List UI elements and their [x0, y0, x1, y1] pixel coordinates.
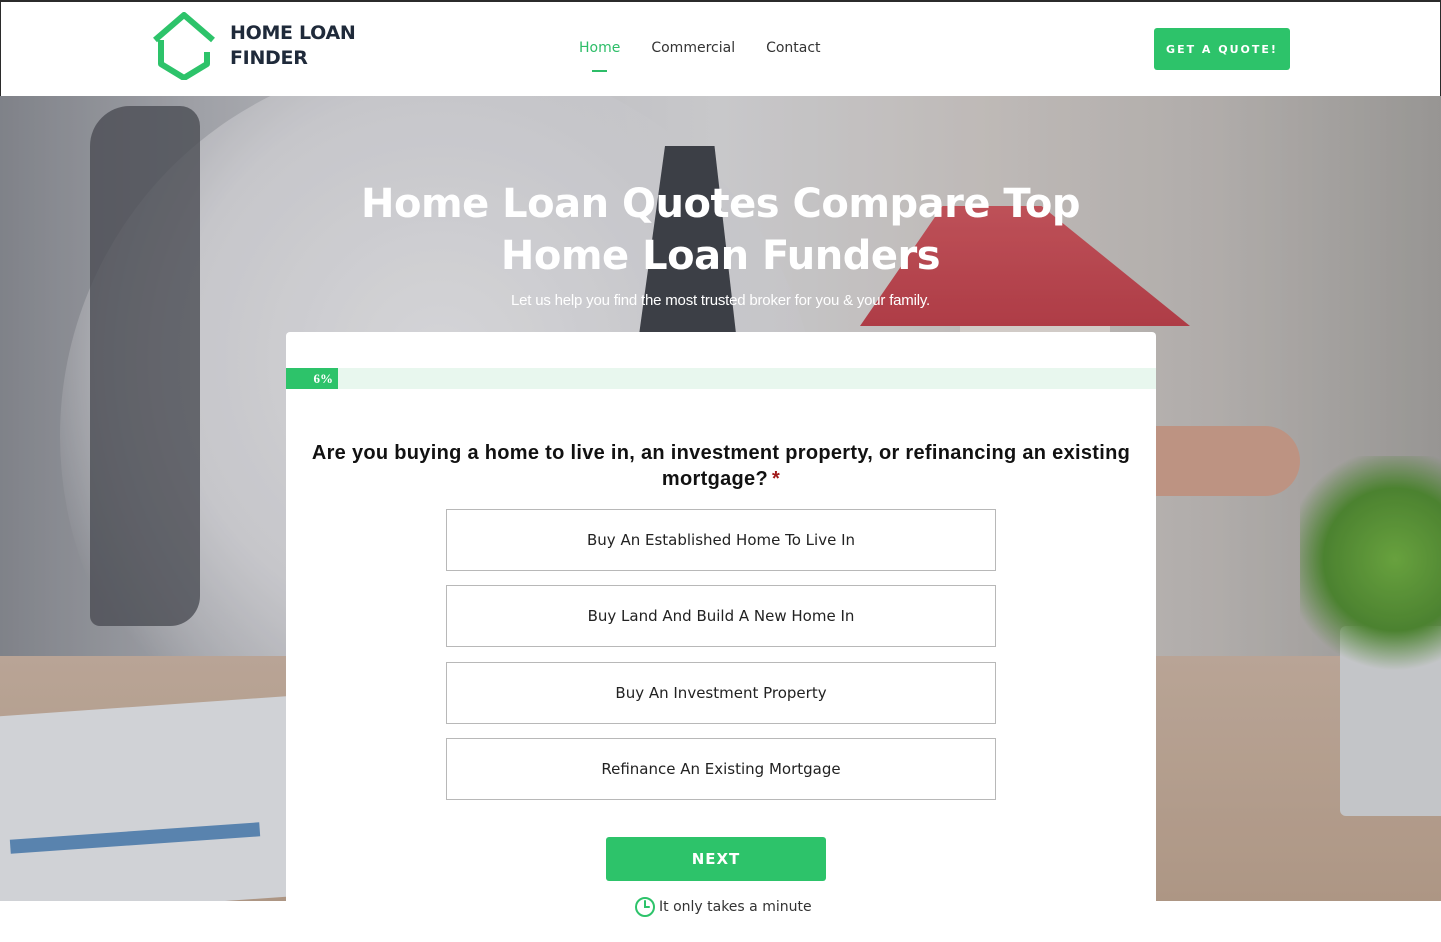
logo-line-1: HOME LOAN	[230, 22, 356, 44]
logo[interactable]: HOME LOAN FINDER	[151, 12, 356, 80]
main-nav: Home Commercial Contact	[579, 40, 821, 60]
site-header: HOME LOAN FINDER Home Commercial Contact…	[0, 0, 1441, 96]
get-a-quote-button[interactable]: GET A QUOTE!	[1154, 28, 1290, 70]
nav-commercial[interactable]: Commercial	[651, 40, 735, 60]
option-investment-property[interactable]: Buy An Investment Property	[446, 662, 996, 724]
nav-home[interactable]: Home	[579, 40, 620, 60]
logo-line-2: FINDER	[230, 47, 308, 69]
form-question: Are you buying a home to live in, an inv…	[306, 440, 1136, 492]
progress-bar: 6%	[286, 368, 1156, 389]
nav-contact[interactable]: Contact	[766, 40, 820, 60]
next-button[interactable]: NEXT	[606, 837, 826, 881]
option-established-home[interactable]: Buy An Established Home To Live In	[446, 509, 996, 571]
logo-text: HOME LOAN FINDER	[230, 21, 356, 71]
option-build-new-home[interactable]: Buy Land And Build A New Home In	[446, 585, 996, 647]
clock-icon	[635, 897, 655, 917]
quote-form-card: 6% Are you buying a home to live in, an …	[286, 332, 1156, 942]
hero-subtitle: Let us help you find the most trusted br…	[510, 292, 931, 309]
time-note: It only takes a minute	[634, 896, 812, 918]
house-logo-icon	[153, 12, 215, 80]
option-refinance-mortgage[interactable]: Refinance An Existing Mortgage	[446, 738, 996, 800]
time-note-text: It only takes a minute	[659, 899, 812, 915]
question-text: Are you buying a home to live in, an inv…	[311, 442, 1131, 490]
required-asterisk: *	[771, 468, 781, 490]
active-nav-indicator	[592, 70, 607, 72]
hero-title: Home Loan Quotes Compare Top Home Loan F…	[360, 181, 1081, 279]
progress-fill: 6%	[286, 368, 338, 389]
